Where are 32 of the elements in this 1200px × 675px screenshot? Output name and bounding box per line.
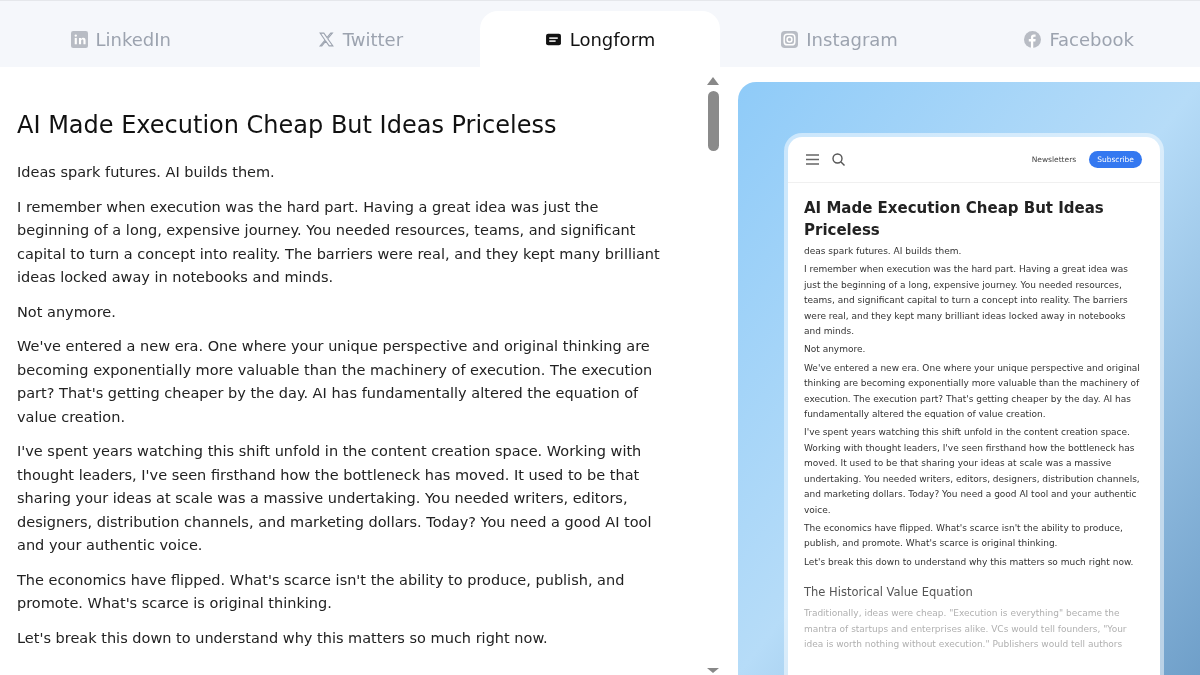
preview-paragraph: Not anymore. <box>804 343 867 357</box>
scroll-down-icon[interactable] <box>707 668 719 673</box>
platform-tab[interactable]: Twitter <box>240 11 481 67</box>
x-logo-icon <box>317 30 335 48</box>
preview-subheading: The Historical Value Equation <box>804 584 974 602</box>
scroll-up-icon[interactable] <box>707 77 719 85</box>
menu-icon[interactable] <box>806 154 819 165</box>
platform-tab[interactable]: Longform <box>480 11 720 67</box>
preview-paragraph: Traditionally, ideas were cheap. "Execution is everything" became the mantra of startups and enterprises alike. VCs would tell founders, "Your idea is worth nothing without execution." Publishers would tell authors <box>804 607 1128 652</box>
article-paragraph: I remember when execution was the hard part. Having a great idea was just the beginning of a long, expensive journey. You needed resources, teams, and significant capital to turn a concept into reality. The barriers were real, and they kept many brilliant ideas locked away in notebooks and minds. <box>17 197 660 287</box>
article-paragraph: The economics have flipped. What's scarce isn't the ability to produce, publish, and promote. What's scarce is original thinking. <box>17 570 626 613</box>
article-paragraph: I've spent years watching this shift unfold in the content creation space. Working with thought leaders, I've seen firsthand how the bottleneck has moved. It used to be that sharing your ideas at scale was a massive undertaking. You needed writers, editors, designers, distribution channels, and marketing dollars. Today? You need a good AI tool and your authentic voice. <box>17 442 653 555</box>
instagram-icon <box>781 30 799 48</box>
platform-tab[interactable]: Instagram <box>719 11 960 67</box>
article-paragraph: Not anymore. <box>17 302 117 322</box>
article-paragraph: Let's break this down to understand why this matters so much right now. <box>17 628 549 648</box>
scrollbar-thumb[interactable] <box>707 91 719 151</box>
linkedin-icon <box>70 30 88 48</box>
preview-paragraph: I've spent years watching this shift unfold in the content creation space. Working with thought leaders, I've seen firsthand how the bottleneck has moved. It used to be that sharing your ideas at scale was a massive undertaking. You needed writers, editors, designers, distribution channels, and marketing dollars. Today? You need a good AI tool and your authentic voice. <box>804 426 1141 517</box>
preview-paragraph: The economics have flipped. What's scarce isn't the ability to produce, publish, and promote. What's scarce is original thinking. <box>804 521 1124 551</box>
preview-paragraph: deas spark futures. AI builds them. <box>804 245 963 258</box>
article-paragraph: Ideas spark futures. AI builds them. <box>17 163 276 182</box>
article-title: AI Made Execution Cheap But Ideas Priceless <box>17 110 558 141</box>
platform-tab[interactable]: LinkedIn <box>1 11 241 67</box>
facebook-icon <box>1024 30 1042 48</box>
platform-tab[interactable]: Facebook <box>959 11 1199 67</box>
search-icon[interactable] <box>832 153 845 166</box>
preview-paragraph: Let's break this down to understand why this matters so much right now. <box>804 555 1135 569</box>
preview-paragraph: I remember when execution was the hard part. Having a great idea was just the beginning of a long, expensive journey. You needed resources, teams, and significant capital to turn a concept into reality. The barriers were real, and they kept many brilliant ideas locked away in notebooks and minds. <box>804 263 1129 339</box>
preview-title: AI Made Execution Cheap But Ideas Priceless <box>804 198 1105 241</box>
preview-paragraph: We've entered a new era. One where your unique perspective and original thinking are becoming exponentially more valuable than the machinery of execution. The execution part? That's getting cheaper by the day. AI has fundamentally altered the equation of value creation. <box>804 361 1141 422</box>
article-paragraph: We've entered a new era. One where your unique perspective and original thinking are becoming exponentially more valuable than the machinery of execution. The execution part? That's getting cheaper by the day. AI has fundamentally altered the equation of value creation. <box>17 337 654 427</box>
